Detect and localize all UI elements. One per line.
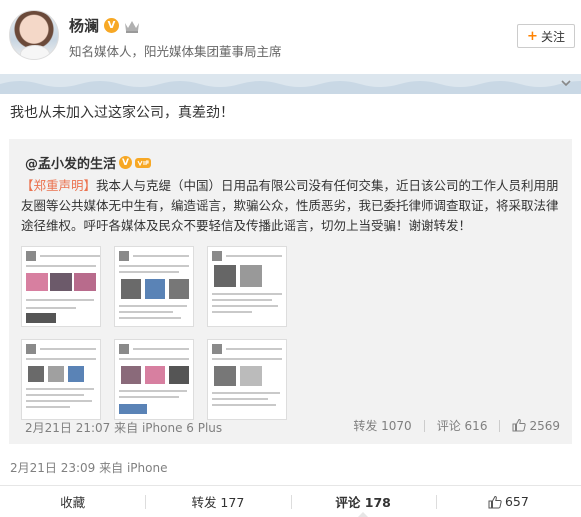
action-bar: 收藏 转发 177 评论 178 657: [0, 485, 581, 517]
user-description: 知名媒体人，阳光媒体集团董事局主席: [69, 44, 282, 59]
post-time[interactable]: 2月21日 23:09: [10, 461, 95, 475]
repost-author-name[interactable]: @孟小发的生活: [25, 153, 116, 172]
repost-author: @孟小发的生活 V: [25, 153, 152, 172]
like-button[interactable]: 657: [435, 486, 581, 517]
repost-forward[interactable]: 转发 1070: [353, 417, 411, 434]
repost-card: @孟小发的生活 V 【郑重声明】我本人与克缇（中国）日用品有限公司没有任何交集，…: [9, 139, 572, 444]
repost-button[interactable]: 转发 177: [145, 486, 290, 517]
follow-button[interactable]: + 关注: [517, 24, 575, 48]
vip-badge-icon: [135, 157, 152, 168]
verified-icon: V: [119, 156, 133, 169]
repost-time[interactable]: 2月21日 21:07: [25, 421, 110, 435]
repost-body: 【郑重声明】我本人与克缇（中国）日用品有限公司没有任何交集，近日该公司的工作人员…: [21, 176, 561, 236]
verified-icon: V: [104, 18, 120, 33]
post-text: 我也从未加入过这家公司，真差劲！: [10, 105, 234, 121]
post-source: 来自 iPhone: [99, 461, 168, 475]
repost-source: 来自 iPhone 6 Plus: [114, 421, 223, 435]
image-thumbnail[interactable]: [21, 246, 101, 327]
image-thumbnail[interactable]: [114, 246, 194, 327]
post-meta: 2月21日 23:09 来自 iPhone: [10, 459, 167, 476]
favorite-button[interactable]: 收藏: [0, 486, 145, 517]
repost-label: 转发 177: [191, 495, 245, 510]
username[interactable]: 杨澜: [69, 15, 99, 36]
post-header: 杨澜 V 知名媒体人，阳光媒体集团董事局主席 + 关注: [0, 0, 581, 74]
statement-tag[interactable]: 【郑重声明】: [21, 178, 96, 193]
follow-label: 关注: [540, 29, 565, 44]
wave-divider: [0, 74, 581, 94]
image-thumbnail[interactable]: [207, 246, 287, 327]
plus-icon: +: [527, 28, 538, 44]
repost-like[interactable]: 2569: [512, 418, 560, 433]
repost-comment[interactable]: 评论 616: [437, 417, 488, 434]
avatar[interactable]: [9, 10, 59, 60]
repost-stats: 转发 1070 评论 616 2569: [353, 417, 560, 434]
like-count: 657: [504, 494, 529, 509]
crown-icon: [125, 20, 140, 33]
name-row: 杨澜 V: [69, 15, 140, 36]
thumbs-up-icon: [488, 495, 502, 508]
active-caret-icon: [357, 512, 370, 517]
comment-label: 评论 178: [335, 495, 391, 510]
favorite-label: 收藏: [60, 495, 86, 510]
thumbs-up-icon: [512, 418, 527, 432]
image-thumbnail[interactable]: [21, 339, 101, 420]
chevron-down-icon[interactable]: [560, 77, 572, 89]
repost-text: 我本人与克缇（中国）日用品有限公司没有任何交集，近日该公司的工作人员利用朋友圈等…: [21, 178, 559, 233]
image-thumbnail[interactable]: [114, 339, 194, 420]
repost-meta: 2月21日 21:07 来自 iPhone 6 Plus: [25, 419, 222, 436]
image-thumbnail[interactable]: [207, 339, 287, 420]
comment-button[interactable]: 评论 178: [290, 486, 436, 517]
